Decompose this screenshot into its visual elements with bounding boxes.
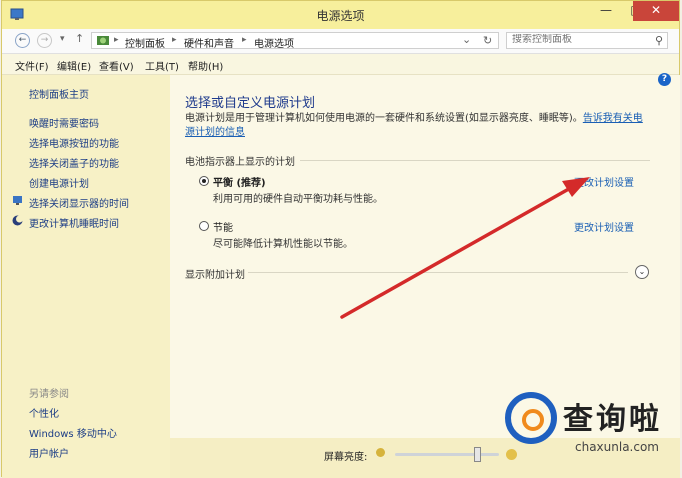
menu-file[interactable]: 文件(F) — [15, 58, 49, 73]
menu-edit[interactable]: 编辑(E) — [57, 58, 91, 73]
see-also-user-accounts[interactable]: 用户帐户 — [29, 445, 69, 460]
forward-button[interactable]: → — [37, 33, 52, 48]
watermark-title: 查询啦 — [563, 402, 662, 437]
address-path[interactable]: ▸ 控制面板 ▸ 硬件和声音 ▸ 电源选项 ⌄ ↻ — [91, 32, 499, 50]
breadcrumb-separator-icon: ▸ — [172, 35, 177, 45]
sidebar-item-wake-password[interactable]: 唤醒时需要密码 — [29, 115, 99, 130]
page-title: 选择或自定义电源计划 — [185, 96, 316, 111]
menu-bar: 文件(F) 编辑(E) 查看(V) 工具(T) 帮助(H) — [2, 54, 679, 75]
sidebar-item-lid-close[interactable]: 选择关闭盖子的功能 — [29, 155, 119, 170]
address-bar: ← → ▾ ↑ ▸ 控制面板 ▸ 硬件和声音 ▸ 电源选项 ⌄ ↻ ⚲ — [2, 29, 679, 54]
description-text: 电源计划是用于管理计算机如何使用电源的一套硬件和系统设置(如显示器亮度、睡眠等)… — [185, 113, 583, 124]
recent-pages-dropdown-icon[interactable]: ▾ — [60, 34, 65, 44]
chaxunla-logo-icon — [505, 392, 557, 444]
brightness-slider[interactable] — [395, 447, 499, 462]
brightness-slider-thumb[interactable] — [474, 447, 482, 462]
sidebar-control-panel-home[interactable]: 控制面板主页 — [29, 86, 89, 101]
sidebar-item-power-button[interactable]: 选择电源按钮的功能 — [29, 135, 119, 150]
balanced-change-settings-link[interactable]: 更改计划设置 — [574, 174, 634, 189]
chevron-down-icon[interactable]: ⌄ — [635, 265, 649, 279]
power-saver-radio[interactable] — [199, 221, 209, 231]
search-input[interactable] — [512, 34, 642, 45]
show-extra-plans-label: 显示附加计划 — [185, 270, 245, 281]
path-history-dropdown-icon[interactable]: ⌄ — [462, 33, 471, 46]
menu-help[interactable]: 帮助(H) — [188, 58, 223, 73]
control-panel-icon — [97, 36, 109, 45]
up-arrow-icon[interactable]: ↑ — [75, 32, 84, 45]
see-also-heading: 另请参阅 — [29, 389, 69, 400]
back-button[interactable]: ← — [15, 33, 30, 48]
page-description: 电源计划是用于管理计算机如何使用电源的一套硬件和系统设置(如显示器亮度、睡眠等)… — [185, 112, 645, 140]
help-icon[interactable]: ? — [658, 73, 671, 86]
menu-tools[interactable]: 工具(T) — [145, 58, 179, 73]
search-icon[interactable]: ⚲ — [655, 34, 663, 47]
balanced-radio[interactable] — [199, 176, 209, 186]
breadcrumb-hardware-sound[interactable]: 硬件和声音 — [184, 35, 234, 50]
display-off-icon — [13, 196, 22, 205]
sidebar-item-sleep-time[interactable]: 更改计算机睡眠时间 — [29, 215, 119, 230]
breadcrumb-separator-icon: ▸ — [114, 35, 119, 45]
window-title: 电源选项 — [316, 9, 365, 23]
dim-sun-icon — [376, 448, 385, 457]
sleep-moon-icon — [12, 215, 23, 226]
divider — [248, 272, 628, 273]
balanced-plan-desc: 利用可用的硬件自动平衡功耗与性能。 — [213, 194, 383, 205]
power-saver-change-settings-link[interactable]: 更改计划设置 — [574, 219, 634, 234]
see-also-personalization[interactable]: 个性化 — [29, 405, 59, 420]
divider — [300, 160, 650, 161]
see-also-mobility-center[interactable]: Windows 移动中心 — [29, 425, 117, 440]
power-saver-plan-desc: 尽可能降低计算机性能以节能。 — [213, 239, 353, 250]
watermark-url: chaxunla.com — [575, 440, 659, 454]
sidebar-item-create-plan[interactable]: 创建电源计划 — [29, 175, 89, 190]
search-box: ⚲ — [506, 32, 668, 49]
breadcrumb-control-panel[interactable]: 控制面板 — [125, 35, 165, 50]
breadcrumb-separator-icon: ▸ — [242, 35, 247, 45]
breadcrumb-power-options[interactable]: 电源选项 — [254, 35, 294, 50]
sidebar-item-display-off-time[interactable]: 选择关闭显示器的时间 — [29, 195, 129, 210]
menu-view[interactable]: 查看(V) — [99, 58, 134, 73]
power-saver-plan-name: 节能 — [213, 223, 233, 234]
sidebar: 控制面板主页 唤醒时需要密码 选择电源按钮的功能 选择关闭盖子的功能 创建电源计… — [2, 75, 170, 478]
refresh-icon[interactable]: ↻ — [483, 34, 492, 47]
brightness-label: 屏幕亮度: — [324, 452, 368, 463]
balanced-plan-name: 平衡 (推荐) — [213, 178, 266, 189]
close-button[interactable]: ✕ — [633, 1, 679, 21]
battery-plans-label: 电池指示器上显示的计划 — [185, 157, 295, 168]
title-bar: 电源选项 — □ ✕ — [2, 1, 679, 29]
minimize-button[interactable]: — — [591, 1, 621, 21]
watermark-logo: 查询啦 chaxunla.com — [505, 392, 680, 472]
